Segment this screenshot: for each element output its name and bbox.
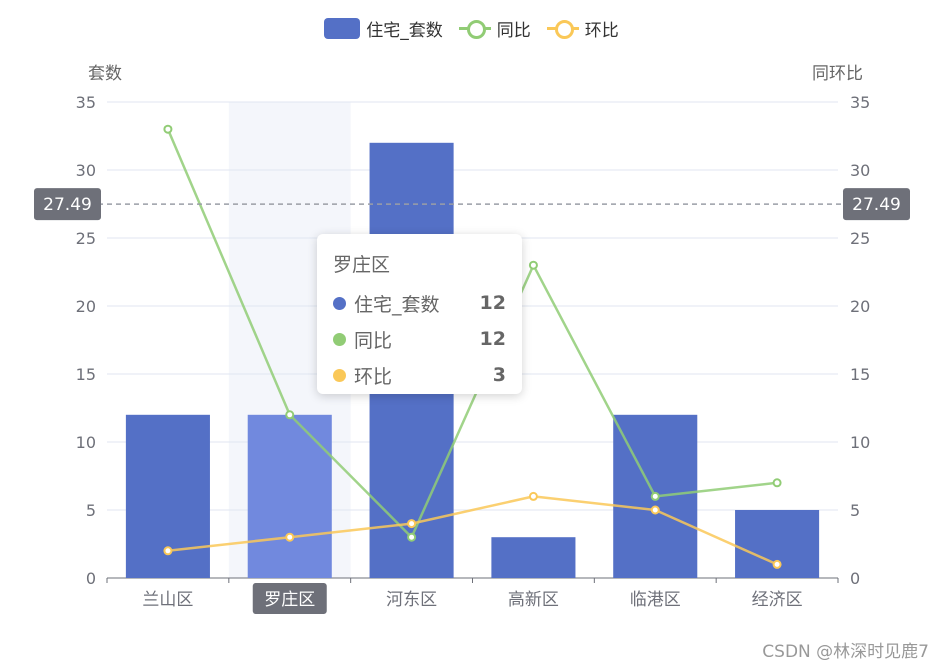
- tooltip-title: 罗庄区: [333, 254, 391, 276]
- series-point: [163, 124, 173, 134]
- category-label: 临港区: [630, 590, 681, 610]
- series-point: [528, 491, 538, 501]
- bar: [247, 414, 332, 578]
- y-tick-label: 30: [76, 161, 96, 180]
- y-tick-label: 5: [86, 501, 96, 520]
- series-point: [772, 559, 782, 569]
- y2-tick-label: 5: [850, 501, 860, 520]
- watermark: CSDN @林深时见鹿7: [762, 642, 929, 662]
- series-point: [650, 505, 660, 515]
- bar: [491, 537, 576, 578]
- y2-tick-label: 25: [850, 229, 870, 248]
- series-point: [528, 260, 538, 270]
- y-tick-label: 25: [76, 229, 96, 248]
- y2-tick-label: 0: [850, 569, 860, 588]
- tooltip: 罗庄区 住宅_套数 12 同比 12 环比 3: [317, 234, 522, 394]
- tooltip-row-value: 12: [479, 328, 506, 350]
- tooltip-dot: [333, 332, 346, 346]
- series-point: [285, 532, 295, 542]
- category-label: 罗庄区: [264, 590, 315, 610]
- series-point: [650, 491, 660, 501]
- tooltip-row-name: 住宅_套数: [354, 293, 440, 316]
- tooltip-dot: [333, 368, 346, 382]
- series-point: [163, 546, 173, 556]
- tooltip-row: 环比 3: [333, 357, 506, 393]
- y2-tick-label: 35: [850, 93, 870, 112]
- tooltip-row-value: 3: [492, 364, 506, 386]
- tooltip-row: 同比 12: [333, 321, 506, 357]
- category-label: 河东区: [386, 590, 437, 610]
- series-point: [407, 519, 417, 529]
- tooltip-dot: [333, 296, 346, 310]
- y2-tick-label: 30: [850, 161, 870, 180]
- category-label: 高新区: [508, 590, 559, 610]
- tooltip-row-value: 12: [479, 292, 506, 314]
- y-tick-label: 0: [86, 569, 96, 588]
- tooltip-row-name: 同比: [354, 329, 393, 352]
- markline-label: 27.49: [852, 195, 901, 215]
- y2-tick-label: 20: [850, 297, 870, 316]
- y2-tick-label: 15: [850, 365, 870, 384]
- y2-tick-label: 10: [850, 433, 870, 452]
- y-tick-label: 10: [76, 433, 96, 452]
- category-label: 兰山区: [142, 590, 193, 610]
- category-label: 经济区: [752, 590, 803, 610]
- series-point: [407, 532, 417, 542]
- y-tick-label: 35: [76, 93, 96, 112]
- markline-label: 27.49: [43, 195, 92, 215]
- y-tick-label: 20: [76, 297, 96, 316]
- tooltip-row-name: 环比: [354, 365, 393, 388]
- series-point: [772, 478, 782, 488]
- series-point: [285, 410, 295, 420]
- y-tick-label: 15: [76, 365, 96, 384]
- tooltip-row: 住宅_套数 12: [333, 285, 506, 321]
